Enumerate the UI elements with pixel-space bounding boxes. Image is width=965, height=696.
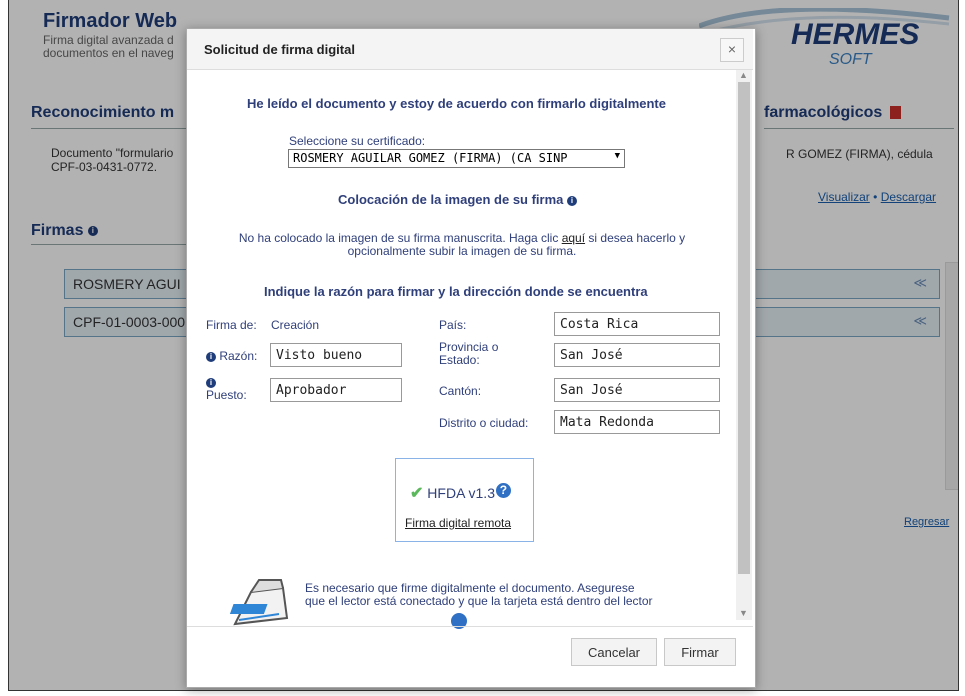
dropdown-arrow-icon: ▼ (614, 151, 620, 161)
scroll-up-icon[interactable]: ▲ (739, 70, 748, 80)
image-heading: Colocación de la imagen de su firma i (338, 192, 578, 207)
dialog-header: Solicitud de firma digital × (187, 29, 753, 70)
pais-input[interactable]: Costa Rica (554, 312, 720, 336)
info-icon[interactable]: i (567, 195, 578, 206)
dialog-title: Solicitud de firma digital (204, 42, 355, 57)
reader-text-line2: que el lector está conectado y que la ta… (305, 594, 653, 608)
card-reader-icon (229, 579, 289, 626)
pais-label: País: (439, 318, 467, 332)
cancel-button[interactable]: Cancelar (571, 638, 657, 666)
image-text-part-1: No ha colocado la imagen de su firma man… (238, 231, 559, 245)
certificate-label: Seleccione su certificado: (289, 134, 426, 148)
razon-input[interactable]: Visto bueno (270, 343, 402, 367)
certificate-selected-value: ROSMERY AGUILAR GOMEZ (FIRMA) (CA SINP (293, 151, 568, 165)
provincia-label-line1: Provincia o (439, 340, 499, 354)
firma-de-label: Firma de: (206, 318, 257, 332)
upload-signature-link[interactable]: aquí (562, 231, 585, 245)
puesto-label-text: Puesto: (206, 388, 247, 402)
puesto-label: i Puesto: (206, 376, 247, 402)
reader-text-line1: Es necesario que firme digitalmente el d… (305, 581, 635, 595)
canton-label: Cantón: (439, 384, 482, 398)
dialog-scrollbar[interactable]: ▲ ▼ (736, 70, 752, 620)
certificate-select[interactable]: ROSMERY AGUILAR GOMEZ (FIRMA) (CA SINP ▼ (288, 149, 625, 168)
check-icon: ✔ (410, 485, 424, 502)
reader-instructions: Es necesario que firme digitalmente el d… (305, 582, 705, 608)
info-icon[interactable]: i (206, 377, 216, 388)
provincia-label-line2: Estado: (439, 353, 480, 367)
footer-divider (187, 626, 753, 627)
image-text-part-2: si desea hacerlo y (588, 231, 686, 245)
scrollbar-thumb[interactable] (738, 82, 750, 574)
info-icon[interactable]: i (206, 351, 216, 362)
razon-label-text: Razón: (219, 349, 258, 363)
provincia-input[interactable]: San José (554, 343, 720, 367)
sign-button[interactable]: Firmar (664, 638, 736, 666)
scroll-down-icon[interactable]: ▼ (739, 608, 748, 618)
puesto-input[interactable]: Aprobador (270, 378, 402, 402)
help-icon[interactable]: ? (495, 483, 511, 498)
remote-signature-link[interactable]: Firma digital remota (405, 516, 511, 530)
hfda-panel: ✔ HFDA v1.3 ? Firma digital remota (395, 458, 534, 542)
close-button[interactable]: × (720, 38, 744, 62)
canton-input[interactable]: San José (554, 378, 720, 402)
image-heading-text: Colocación de la imagen de su firma (338, 192, 564, 207)
image-instructions: No ha colocado la imagen de su firma man… (187, 232, 737, 258)
signature-dialog: Solicitud de firma digital × He leído el… (186, 28, 756, 688)
hfda-version: HFDA v1.3 (427, 485, 495, 501)
distrito-label: Distrito o ciudad: (439, 416, 529, 430)
hfda-status: ✔ HFDA v1.3 ? (410, 483, 511, 503)
provincia-label: Provincia o Estado: (439, 341, 498, 367)
reason-heading: Indique la razón para firmar y la direcc… (264, 284, 648, 299)
distrito-input[interactable]: Mata Redonda (554, 410, 720, 434)
image-text-part-3: opcionalmente subir la imagen de su firm… (347, 244, 577, 258)
razon-label: i Razón: (206, 349, 257, 363)
firma-de-value: Creación (271, 318, 320, 332)
dialog-body: He leído el documento y estoy de acuerdo… (187, 70, 753, 630)
agreement-heading: He leído el documento y estoy de acuerdo… (247, 96, 666, 111)
